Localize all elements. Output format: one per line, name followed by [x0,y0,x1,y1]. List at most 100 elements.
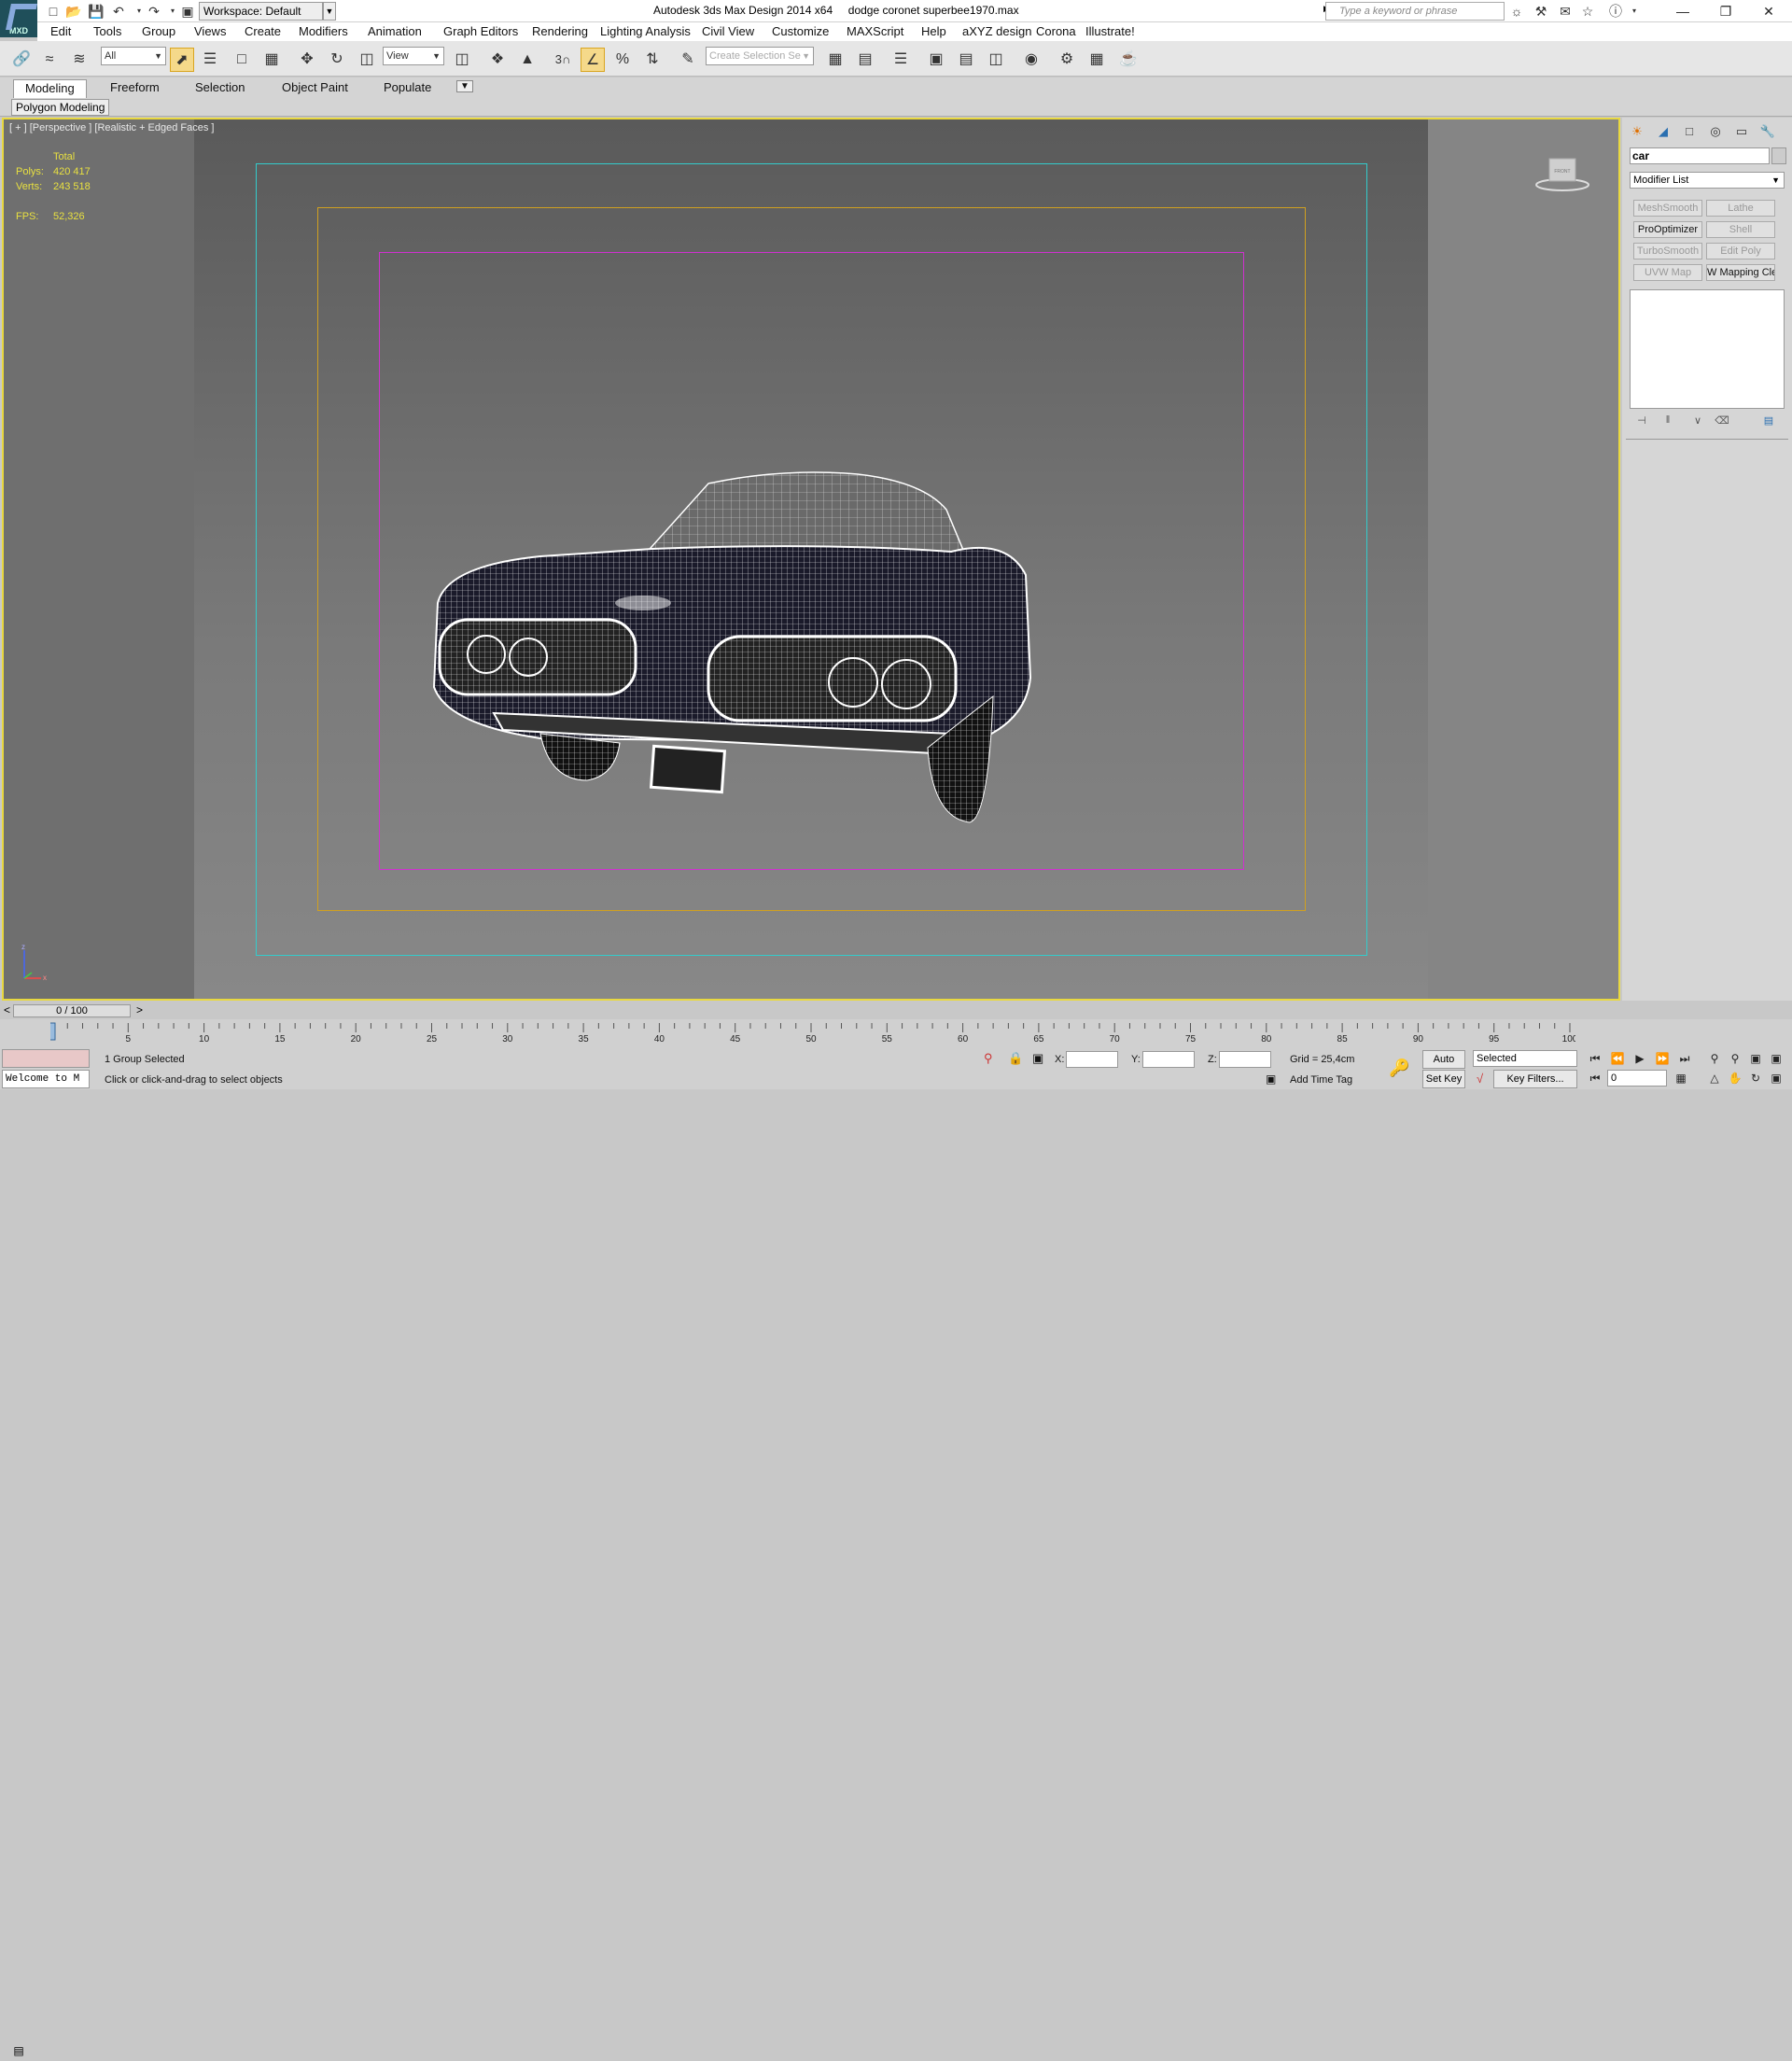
hierarchy-tab-icon[interactable]: □ [1678,121,1701,142]
render-setup-icon[interactable]: ⚙ [1055,48,1079,72]
go-to-end-icon[interactable]: ⏭ [1674,1049,1695,1068]
help-icon[interactable]: ⓘ [1607,3,1624,20]
lathe-button[interactable]: Lathe [1706,200,1775,217]
next-frame-icon[interactable]: ⏩ [1652,1049,1673,1068]
unlink-icon[interactable]: ≈ [37,48,62,72]
rotate-icon[interactable]: ↻ [325,48,349,72]
modifier-stack-list[interactable] [1630,289,1785,409]
key-mode-toggle-icon[interactable]: ⏮ [1585,1069,1605,1087]
utilities-tab-icon[interactable]: 🔧 [1757,121,1779,142]
time-slider-next[interactable]: > [136,1003,143,1016]
previous-frame-icon[interactable]: ⏪ [1607,1049,1628,1068]
select-and-link-icon[interactable]: 🔗 [9,48,34,72]
help-dropdown-icon[interactable]: ▾ [1626,3,1643,20]
menu-modifiers[interactable]: Modifiers [299,24,348,38]
tab-modeling[interactable]: Modeling [13,79,87,98]
object-color-swatch[interactable] [1771,147,1786,164]
align-icon[interactable]: ▤ [853,48,877,72]
scale-icon[interactable]: ◫ [355,48,379,72]
shell-button[interactable]: Shell [1706,221,1775,238]
move-icon[interactable]: ✥ [295,48,319,72]
restore-icon[interactable]: ❐ [1704,0,1747,22]
lock-selection-icon[interactable]: 🔒 [1008,1051,1023,1066]
select-by-name-icon[interactable]: ☰ [198,48,222,72]
set-key-button[interactable]: Set Key [1422,1070,1465,1088]
select-object-icon[interactable]: ⬈ [170,48,194,72]
rectangular-selection-icon[interactable]: □ [230,48,254,72]
time-slider-handle[interactable]: 0 / 100 [13,1004,131,1017]
modify-tab-icon[interactable]: ◢ [1652,121,1674,142]
menu-axyz-design[interactable]: aXYZ design [962,24,1031,38]
viewport-label[interactable]: [ + ] [Perspective ] [Realistic + Edged … [9,122,215,133]
menu-corona[interactable]: Corona [1036,24,1076,38]
snaps-toggle-icon[interactable]: 3∩ [551,48,575,72]
prooptimizer-button[interactable]: ProOptimizer [1633,221,1702,238]
uvw-mapping-clear-button[interactable]: W Mapping Cle [1706,264,1775,281]
reference-coordinate-dropdown[interactable]: View ▼ [383,47,444,65]
favorites-star-icon[interactable]: ☆ [1579,3,1596,20]
key-filters-button[interactable]: Key Filters... [1493,1070,1577,1088]
layer-manager-icon[interactable]: ▣ [924,48,948,72]
maximize-viewport-icon[interactable]: ▣ [1766,1069,1786,1087]
menu-lighting-analysis[interactable]: Lighting Analysis [600,24,691,38]
bind-space-warp-icon[interactable]: ≋ [67,48,91,72]
x-coord-field[interactable] [1066,1051,1118,1068]
isolate-selection-icon[interactable]: ⚲ [984,1051,993,1066]
tab-selection[interactable]: Selection [195,80,245,94]
uvw-map-button[interactable]: UVW Map [1633,264,1702,281]
curve-editor-icon[interactable]: ◫ [984,48,1008,72]
maxscript-input[interactable]: Welcome to M [2,1070,90,1088]
spinner-snap-icon[interactable]: ⇅ [640,48,665,72]
car-wireframe-model[interactable] [428,416,1175,846]
undo-icon[interactable]: ↶ [110,3,127,20]
object-name-field[interactable]: car [1630,147,1770,164]
create-tab-icon[interactable]: ☀ [1626,121,1648,142]
z-coord-field[interactable] [1219,1051,1271,1068]
menu-group[interactable]: Group [142,24,175,38]
add-time-tag-button[interactable]: Add Time Tag [1290,1074,1352,1086]
material-editor-icon[interactable]: ◉ [1019,48,1043,72]
menu-illustrate[interactable]: Illustrate! [1085,24,1135,38]
zoom-extents-icon[interactable]: ▣ [1745,1049,1766,1068]
search-input[interactable]: Type a keyword or phrase [1325,2,1505,21]
current-frame-field[interactable]: 0 [1607,1070,1667,1087]
current-time-marker[interactable] [50,1022,56,1041]
menu-help[interactable]: Help [921,24,946,38]
selection-filter-dropdown[interactable]: All ▼ [101,47,166,65]
turbosmooth-button[interactable]: TurboSmooth [1633,243,1702,259]
meshsmooth-button[interactable]: MeshSmooth [1633,200,1702,217]
auto-key-button[interactable]: Auto Key [1422,1050,1465,1082]
maxscript-listener-mini[interactable] [2,1049,90,1068]
edit-named-selection-icon[interactable]: ✎ [676,48,700,72]
workspace-menu-button[interactable]: ▼ [323,2,336,21]
menu-civil-view[interactable]: Civil View [702,24,754,38]
make-unique-icon[interactable]: ∨ [1689,414,1706,429]
field-of-view-icon[interactable]: △ [1704,1069,1725,1087]
mirror-icon[interactable]: ▦ [823,48,847,72]
display-tab-icon[interactable]: ▭ [1730,121,1753,142]
subscription-icon[interactable]: ⚒ [1533,3,1549,20]
key-selection-dropdown[interactable]: Selected [1473,1050,1577,1067]
menu-rendering[interactable]: Rendering [532,24,588,38]
time-configuration-icon[interactable]: ▦ [1671,1069,1691,1087]
menu-create[interactable]: Create [245,24,281,38]
open-file-icon[interactable]: 📂 [65,3,82,20]
menu-animation[interactable]: Animation [368,24,422,38]
keyboard-shortcut-override-icon[interactable]: ▲ [515,48,539,72]
project-folder-icon[interactable]: ▣ [179,3,196,20]
scene-explorer-icon[interactable]: ☰ [889,48,913,72]
menu-customize[interactable]: Customize [772,24,829,38]
rendered-frame-window-icon[interactable]: ▦ [1085,48,1109,72]
pivot-center-icon[interactable]: ◫ [450,48,474,72]
zoom-extents-all-icon[interactable]: ▣ [1766,1049,1786,1068]
redo-icon[interactable]: ↷ [146,3,162,20]
remove-modifier-icon[interactable]: ⌫ [1714,414,1730,429]
percent-snap-icon[interactable]: % [610,48,635,72]
show-end-result-icon[interactable]: ‖ [1659,414,1676,429]
set-key-mode-icon[interactable]: 🔑 [1389,1059,1409,1078]
zoom-all-icon[interactable]: ⚲ [1725,1049,1745,1068]
binoculars-icon[interactable]: ☼ [1508,3,1525,20]
app-logo[interactable]: MXD [0,0,37,37]
orbit-icon[interactable]: ↻ [1745,1069,1766,1087]
ribbon-toggle-icon[interactable]: ▤ [954,48,978,72]
